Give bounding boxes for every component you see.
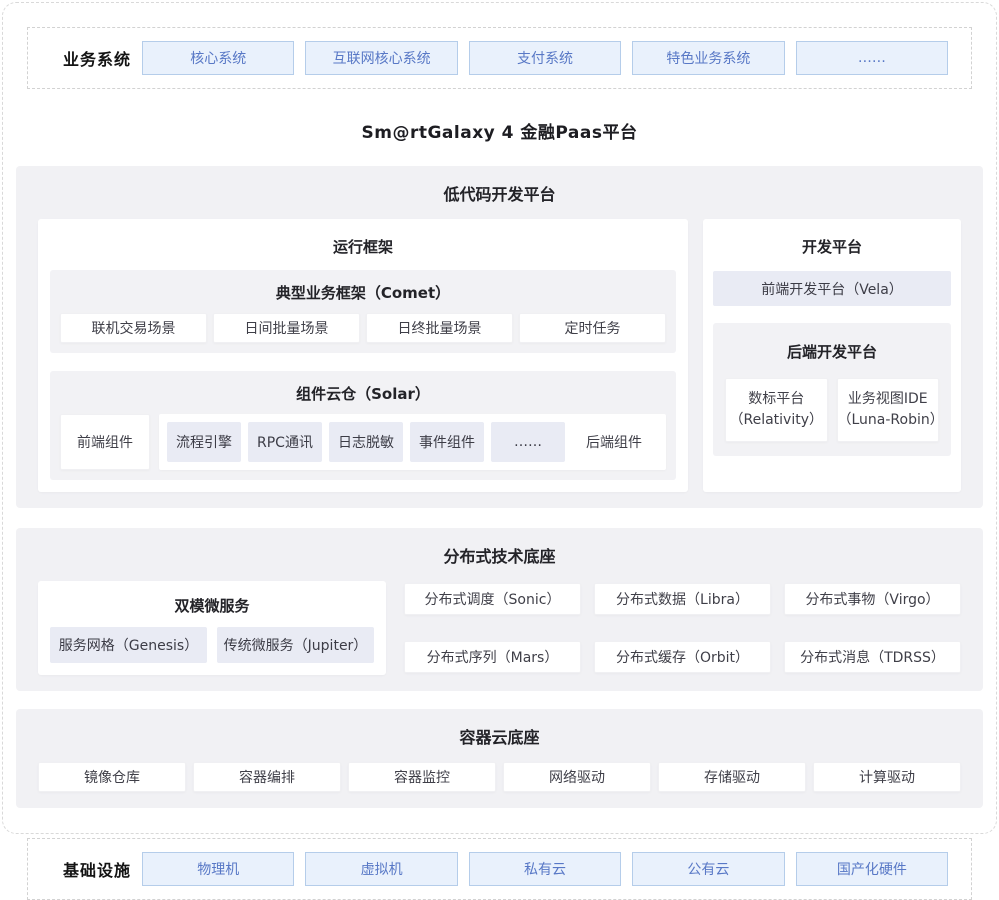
solar-frontend-component-button[interactable]: 前端组件 (60, 414, 150, 470)
comet-panel: 典型业务框架（Comet） 联机交易场景 日间批量场景 日终批量场景 定时任务 (50, 270, 676, 353)
solar-title: 组件云仓（Solar） (60, 383, 666, 404)
business-system-core[interactable]: 核心系统 (142, 41, 294, 75)
business-systems-row: 业务系统 核心系统 互联网核心系统 支付系统 特色业务系统 …… (27, 27, 972, 89)
vela-frontend-dev-button[interactable]: 前端开发平台（Vela） (713, 271, 951, 306)
container-cloud-title: 容器云底座 (38, 724, 961, 748)
domestic-hardware-button[interactable]: 国产化硬件 (796, 852, 948, 886)
relativity-sub: （Relativity） (729, 410, 823, 431)
image-registry-button[interactable]: 镜像仓库 (38, 762, 186, 792)
private-cloud-button[interactable]: 私有云 (469, 852, 621, 886)
solar-component-group: 流程引擎 RPC通讯 日志脱敏 事件组件 …… 后端组件 (159, 414, 666, 470)
dual-mode-microservice-card: 双模微服务 服务网格（Genesis） 传统微服务（Jupiter） (38, 581, 386, 675)
backend-dev-panel: 后端开发平台 数标平台 （Relativity） 业务视图IDE （Luna-R… (713, 323, 951, 456)
business-systems-label: 业务系统 (28, 46, 142, 70)
dev-platform-title: 开发平台 (713, 236, 951, 257)
virgo-transaction-button[interactable]: 分布式事物（Virgo） (784, 583, 961, 615)
runtime-framework-title: 运行框架 (50, 236, 676, 257)
comet-timed-task-button[interactable]: 定时任务 (519, 313, 666, 343)
solar-log-masking-chip[interactable]: 日志脱敏 (329, 422, 403, 462)
infrastructure-label: 基础设施 (28, 857, 142, 881)
genesis-service-mesh-chip[interactable]: 服务网格（Genesis） (50, 627, 207, 663)
solar-process-engine-chip[interactable]: 流程引擎 (167, 422, 241, 462)
network-driver-button[interactable]: 网络驱动 (503, 762, 651, 792)
dual-mode-title: 双模微服务 (50, 595, 374, 616)
distributed-base-section: 分布式技术底座 双模微服务 服务网格（Genesis） 传统微服务（Jupite… (16, 528, 983, 691)
relativity-platform-button[interactable]: 数标平台 （Relativity） (725, 378, 828, 442)
sonic-scheduling-button[interactable]: 分布式调度（Sonic） (404, 583, 581, 615)
compute-driver-button[interactable]: 计算驱动 (813, 762, 961, 792)
jupiter-microservice-chip[interactable]: 传统微服务（Jupiter） (217, 627, 374, 663)
relativity-name: 数标平台 (748, 389, 804, 410)
virtual-machine-button[interactable]: 虚拟机 (305, 852, 457, 886)
container-cloud-section: 容器云底座 镜像仓库 容器编排 容器监控 网络驱动 存储驱动 计算驱动 (16, 709, 983, 808)
luna-robin-sub: （Luna-Robin） (838, 410, 939, 431)
orbit-cache-button[interactable]: 分布式缓存（Orbit） (594, 641, 771, 673)
mars-sequence-button[interactable]: 分布式序列（Mars） (404, 641, 581, 673)
infrastructure-row: 基础设施 物理机 虚拟机 私有云 公有云 国产化硬件 (27, 838, 972, 900)
dev-platform-card: 开发平台 前端开发平台（Vela） 后端开发平台 数标平台 （Relativit… (703, 219, 961, 492)
business-system-special[interactable]: 特色业务系统 (632, 41, 784, 75)
page-title: Sm@rtGalaxy 4 金融Paas平台 (0, 118, 999, 143)
business-system-more[interactable]: …… (796, 41, 948, 75)
comet-title: 典型业务框架（Comet） (60, 282, 666, 303)
container-orchestration-button[interactable]: 容器编排 (193, 762, 341, 792)
solar-backend-component-label: 后端组件 (572, 432, 656, 452)
container-monitoring-button[interactable]: 容器监控 (348, 762, 496, 792)
backend-dev-title: 后端开发平台 (725, 341, 939, 362)
comet-endofday-batch-button[interactable]: 日终批量场景 (366, 313, 513, 343)
solar-panel: 组件云仓（Solar） 前端组件 流程引擎 RPC通讯 日志脱敏 事件组件 ……… (50, 371, 676, 480)
solar-event-chip[interactable]: 事件组件 (410, 422, 484, 462)
solar-more-chip[interactable]: …… (491, 422, 565, 462)
luna-robin-ide-button[interactable]: 业务视图IDE （Luna-Robin） (837, 378, 940, 442)
libra-data-button[interactable]: 分布式数据（Libra） (594, 583, 771, 615)
comet-online-trade-button[interactable]: 联机交易场景 (60, 313, 207, 343)
comet-daytime-batch-button[interactable]: 日间批量场景 (213, 313, 360, 343)
low-code-platform-title: 低代码开发平台 (38, 181, 961, 205)
solar-rpc-chip[interactable]: RPC通讯 (248, 422, 322, 462)
storage-driver-button[interactable]: 存储驱动 (658, 762, 806, 792)
distributed-grid: 分布式调度（Sonic） 分布式数据（Libra） 分布式事物（Virgo） 分… (404, 581, 961, 675)
tdrss-message-button[interactable]: 分布式消息（TDRSS） (784, 641, 961, 673)
distributed-base-title: 分布式技术底座 (38, 543, 961, 567)
low-code-platform-section: 低代码开发平台 运行框架 典型业务框架（Comet） 联机交易场景 日间批量场景… (16, 166, 983, 508)
business-system-payment[interactable]: 支付系统 (469, 41, 621, 75)
luna-robin-name: 业务视图IDE (848, 389, 928, 410)
business-system-internet-core[interactable]: 互联网核心系统 (305, 41, 457, 75)
runtime-framework-card: 运行框架 典型业务框架（Comet） 联机交易场景 日间批量场景 日终批量场景 … (38, 219, 688, 492)
public-cloud-button[interactable]: 公有云 (632, 852, 784, 886)
physical-machine-button[interactable]: 物理机 (142, 852, 294, 886)
